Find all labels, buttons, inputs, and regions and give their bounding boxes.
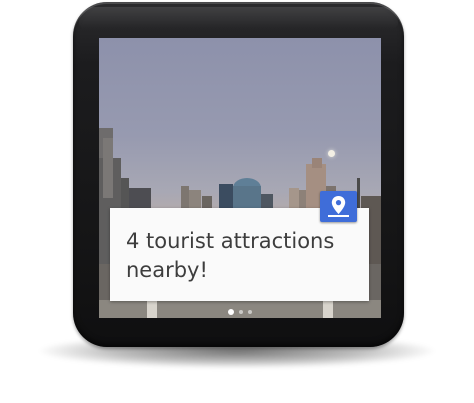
notification-text: 4 tourist attractions nearby! (126, 229, 335, 282)
page-dot (248, 310, 252, 314)
page-dot (239, 310, 243, 314)
map-pin-icon[interactable] (320, 191, 357, 222)
watch-screen[interactable]: 4 tourist attractions nearby! (99, 38, 381, 318)
watch-mockup: 4 tourist attractions nearby! (0, 0, 474, 403)
page-dot-active (228, 309, 234, 315)
page-indicator (99, 308, 381, 316)
moon (328, 150, 335, 157)
